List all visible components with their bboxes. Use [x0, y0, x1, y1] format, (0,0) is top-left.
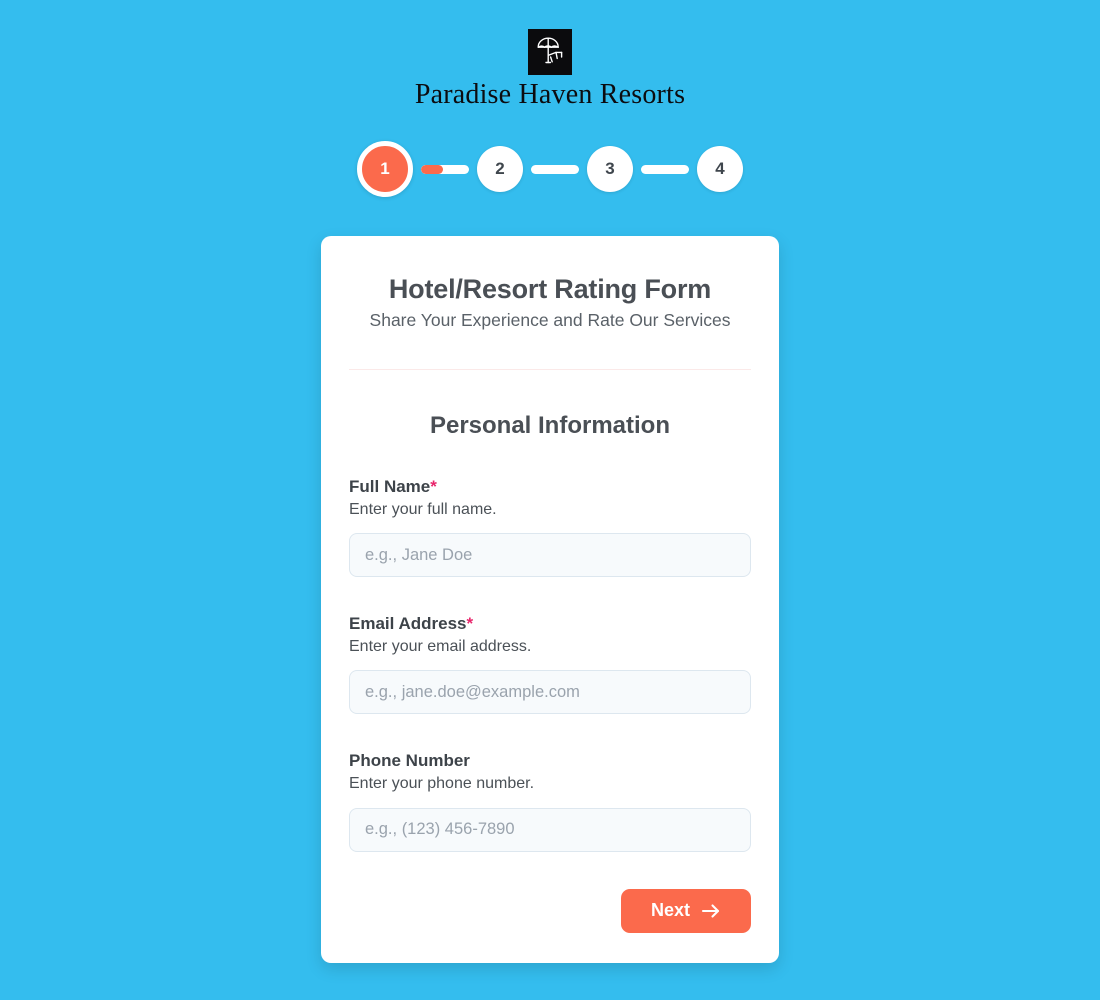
field-email-address-label: Email Address* [349, 613, 751, 634]
next-button-label: Next [650, 900, 690, 921]
page-title: Hotel/Resort Rating Form [388, 274, 712, 305]
rating-form-card: Hotel/Resort Rating Form Share Your Expe… [321, 236, 779, 963]
stepper-connector-1 [421, 164, 469, 174]
progress-stepper: 1 2 3 4 [357, 141, 743, 198]
email-address-input[interactable] [349, 670, 751, 715]
field-full-name-label-text: Full Name [349, 477, 431, 497]
field-email-address-required-marker: * [466, 614, 474, 634]
field-phone-number-label-text: Phone Number [349, 751, 470, 771]
form-subtitle: Share Your Experience and Rate Our Servi… [369, 310, 731, 331]
stepper-connector-2 [531, 164, 579, 174]
stepper-step-3[interactable]: 3 [587, 146, 633, 193]
field-full-name-label: Full Name* [349, 476, 751, 497]
page-root: Paradise Haven Resorts 1 2 3 4 Hotel/Res… [0, 0, 1100, 1000]
stepper-step-1[interactable]: 1 [357, 141, 413, 198]
stepper-connector-3 [641, 164, 689, 174]
field-email-address-label-text: Email Address [349, 614, 467, 634]
section-title-personal-information: Personal Information [429, 412, 671, 440]
field-full-name-required-marker: * [430, 477, 437, 497]
field-full-name-help: Enter your full name. [349, 500, 497, 518]
stepper-step-1-label: 1 [380, 159, 390, 179]
field-phone-number-label: Phone Number [349, 750, 751, 771]
field-email-address-help: Enter your email address. [349, 637, 532, 655]
header-divider [349, 369, 751, 371]
stepper-step-3-label: 3 [605, 159, 615, 179]
stepper-step-2[interactable]: 2 [477, 146, 523, 193]
field-full-name: Full Name* Enter your full name. [349, 476, 751, 578]
brand-header: Paradise Haven Resorts [415, 29, 685, 109]
stepper-connector-1-fill [421, 164, 444, 174]
field-email-address: Email Address* Enter your email address. [349, 613, 751, 715]
next-button[interactable]: Next [620, 888, 751, 933]
field-phone-number: Phone Number Enter your phone number. [349, 750, 751, 852]
form-actions: Next [349, 888, 751, 933]
brand-name: Paradise Haven Resorts [414, 79, 686, 110]
stepper-step-2-label: 2 [495, 159, 505, 179]
field-phone-number-help: Enter your phone number. [349, 774, 535, 792]
beach-umbrella-chair-icon [528, 29, 572, 75]
arrow-right-icon [701, 903, 721, 919]
full-name-input[interactable] [349, 533, 751, 578]
stepper-step-4[interactable]: 4 [697, 146, 743, 193]
stepper-step-4-label: 4 [715, 159, 725, 179]
phone-number-input[interactable] [349, 807, 751, 852]
